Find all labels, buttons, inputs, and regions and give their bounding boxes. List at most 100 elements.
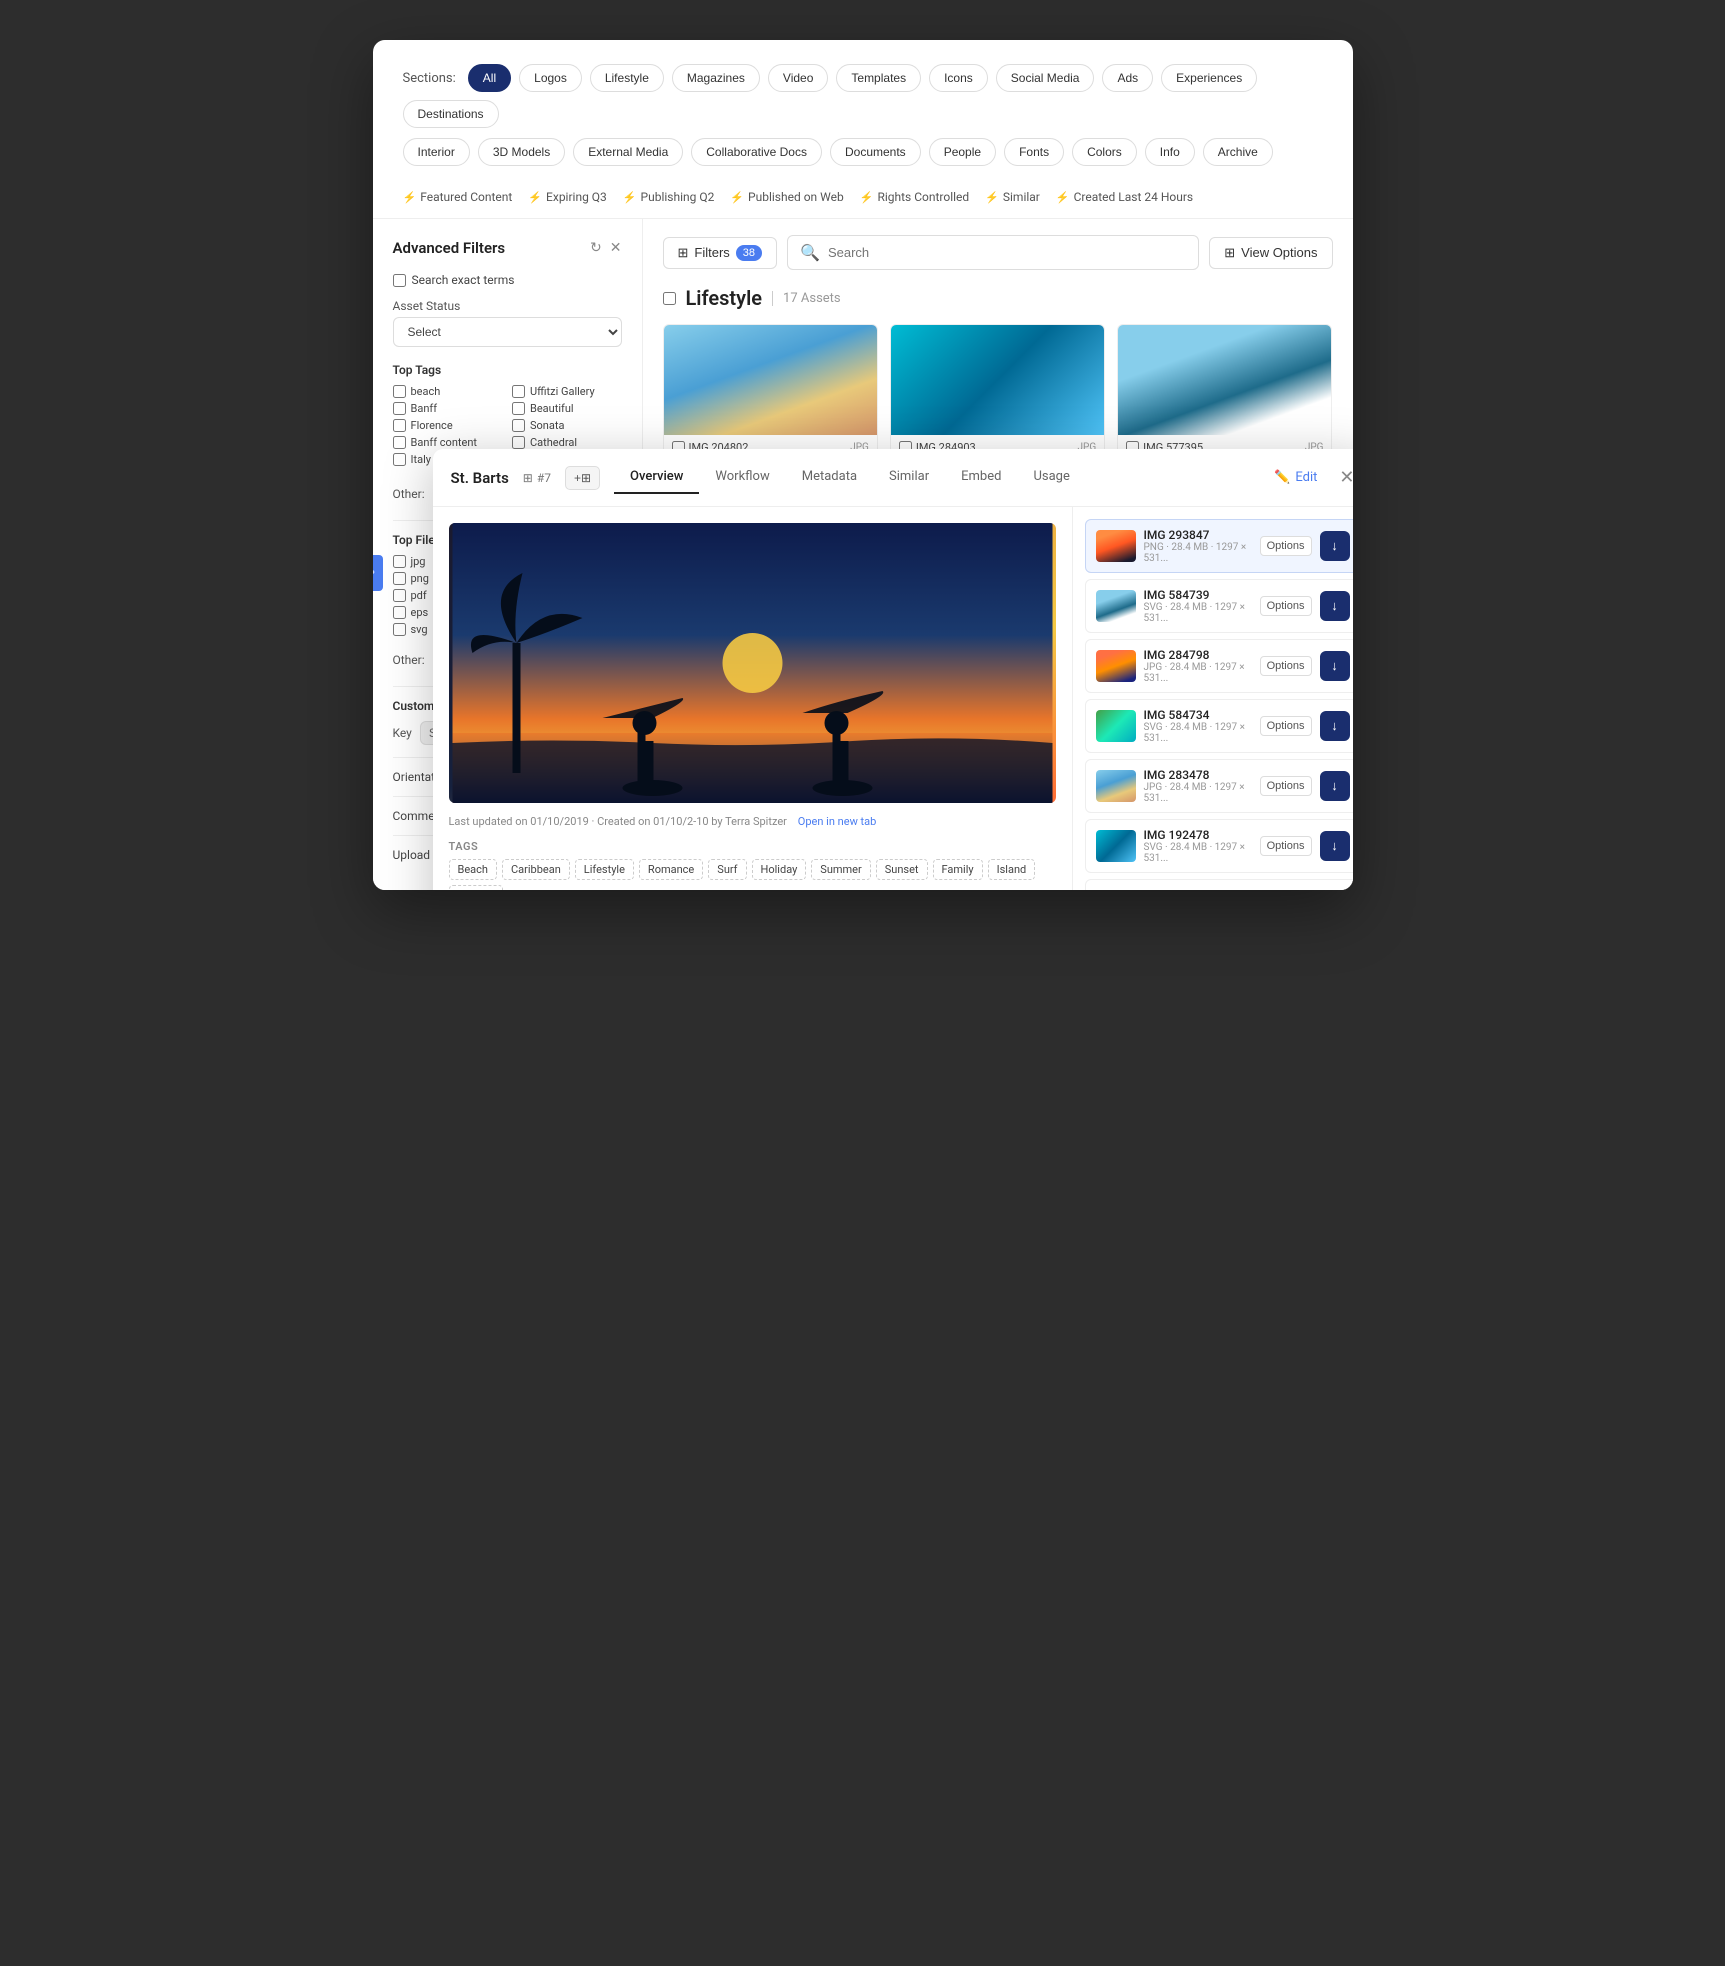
ft-eps-checkbox[interactable] [393,606,406,619]
modal-add-button[interactable]: +⊞ [565,466,600,490]
assets-grid: IMG 204802 JPG IMG 284903 JPG [663,324,1333,461]
modal-close-button[interactable]: ✕ [1339,467,1352,488]
ft-png-checkbox[interactable] [393,572,406,585]
tab-similar[interactable]: Similar [873,461,945,494]
file-row-7[interactable]: IMG 674638 JPG · 28.4 MB · 1297 × 531...… [1085,879,1353,890]
asset-card-2[interactable]: IMG 284903 JPG [890,324,1105,461]
download-btn-1[interactable]: ↓ [1320,531,1350,561]
quick-tag-expiring[interactable]: ⚡ Expiring Q3 [528,190,606,204]
tab-overview[interactable]: Overview [614,461,699,494]
download-btn-2[interactable]: ↓ [1320,591,1350,621]
section-btn-icons[interactable]: Icons [929,64,988,92]
section-btn-people[interactable]: People [929,138,996,166]
quick-tag-24h[interactable]: ⚡ Created Last 24 Hours [1056,190,1193,204]
asset-status-select[interactable]: Select [393,317,622,347]
section-btn-destinations[interactable]: Destinations [403,100,499,128]
file-row-6[interactable]: IMG 192478 SVG · 28.4 MB · 1297 × 531...… [1085,819,1353,873]
ft-svg-checkbox[interactable] [393,623,406,636]
file-row-2[interactable]: IMG 584739 SVG · 28.4 MB · 1297 × 531...… [1085,579,1353,633]
section-btn-fonts[interactable]: Fonts [1004,138,1064,166]
section-btn-all[interactable]: All [468,64,511,92]
download-btn-5[interactable]: ↓ [1320,771,1350,801]
asset-card-3[interactable]: IMG 577395 JPG [1117,324,1332,461]
tag-sonata-checkbox[interactable] [512,419,525,432]
tag-beautiful-checkbox[interactable] [512,402,525,415]
quick-tag-rights[interactable]: ⚡ Rights Controlled [860,190,969,204]
modal-body: Last updated on 01/10/2019 · Created on … [433,507,1353,890]
section-btn-3d-models[interactable]: 3D Models [478,138,565,166]
file-row-5[interactable]: IMG 283478 JPG · 28.4 MB · 1297 × 531...… [1085,759,1353,813]
section-btn-colors[interactable]: Colors [1072,138,1137,166]
options-btn-4[interactable]: Options [1260,716,1312,736]
tag-beautiful: Beautiful [512,402,622,415]
asset-card-1[interactable]: IMG 204802 JPG [663,324,878,461]
file-row-1[interactable]: IMG 293847 PNG · 28.4 MB · 1297 × 531...… [1085,519,1353,573]
file-row-4[interactable]: IMG 584734 SVG · 28.4 MB · 1297 × 531...… [1085,699,1353,753]
refresh-icon[interactable]: ↻ [590,240,602,256]
section-btn-documents[interactable]: Documents [830,138,921,166]
tag-beach-checkbox[interactable] [393,385,406,398]
tag-cathedral-checkbox[interactable] [512,436,525,449]
file-details-1: IMG 293847 PNG · 28.4 MB · 1297 × 531... [1144,528,1252,564]
tag-florence-checkbox[interactable] [393,419,406,432]
section-btn-ads[interactable]: Ads [1102,64,1153,92]
tag-banff-content-checkbox[interactable] [393,436,406,449]
search-input[interactable] [828,245,1186,260]
hash-icon: ⊞ [523,471,533,485]
tab-embed[interactable]: Embed [945,461,1017,494]
select-all-checkbox[interactable] [663,292,676,305]
options-btn-6[interactable]: Options [1260,836,1312,856]
section-btn-archive[interactable]: Archive [1203,138,1273,166]
download-btn-3[interactable]: ↓ [1320,651,1350,681]
section-btn-experiences[interactable]: Experiences [1161,64,1257,92]
file-name-5: IMG 283478 [1144,768,1252,782]
section-btn-lifestyle[interactable]: Lifestyle [590,64,664,92]
key-label: Key [393,726,412,740]
download-btn-4[interactable]: ↓ [1320,711,1350,741]
view-options-button[interactable]: ⊞ View Options [1209,237,1332,269]
sidebar-toggle[interactable]: » [373,555,383,591]
quick-tag-featured[interactable]: ⚡ Featured Content [403,190,513,204]
modal-asset-count: ⊞ #7 [523,471,551,485]
quick-tag-similar[interactable]: ⚡ Similar [985,190,1040,204]
filter-title: Advanced Filters [393,239,506,257]
tab-metadata[interactable]: Metadata [786,461,873,494]
tab-usage[interactable]: Usage [1017,461,1085,494]
edit-button[interactable]: ✏️ Edit [1274,470,1317,485]
section-btn-collaborative-docs[interactable]: Collaborative Docs [691,138,822,166]
download-btn-6[interactable]: ↓ [1320,831,1350,861]
tag-beach: beach [393,385,503,398]
ft-pdf-checkbox[interactable] [393,589,406,602]
tag-italy-checkbox[interactable] [393,453,406,466]
section-btn-interior[interactable]: Interior [403,138,470,166]
file-name-7: IMG 674638 [1144,888,1252,890]
section-btn-info[interactable]: Info [1145,138,1195,166]
options-btn-1[interactable]: Options [1260,536,1312,556]
ft-jpg-checkbox[interactable] [393,555,406,568]
section-btn-templates[interactable]: Templates [836,64,921,92]
tag-uffitzi-checkbox[interactable] [512,385,525,398]
options-btn-5[interactable]: Options [1260,776,1312,796]
tab-workflow[interactable]: Workflow [699,461,785,494]
file-thumb-6 [1096,830,1136,862]
section-btn-magazines[interactable]: Magazines [672,64,760,92]
quick-tag-published-web[interactable]: ⚡ Published on Web [730,190,843,204]
section-btn-social-media[interactable]: Social Media [996,64,1095,92]
section-btn-logos[interactable]: Logos [519,64,582,92]
open-new-tab-link[interactable]: Open in new tab [798,815,877,828]
section-title: Lifestyle [686,286,763,310]
search-exact-checkbox[interactable] [393,274,406,287]
main-area: LABELS » Advanced Filters ↻ ✕ Search exa… [373,219,1353,890]
quick-tag-publishing[interactable]: ⚡ Publishing Q2 [623,190,715,204]
tag-sonata: Sonata [512,419,622,432]
options-btn-3[interactable]: Options [1260,656,1312,676]
file-row-3[interactable]: IMG 284798 JPG · 28.4 MB · 1297 × 531...… [1085,639,1353,693]
tag-banff-checkbox[interactable] [393,402,406,415]
close-icon[interactable]: ✕ [610,240,622,256]
file-details-3: IMG 284798 JPG · 28.4 MB · 1297 × 531... [1144,648,1252,684]
filters-button[interactable]: ⊞ Filters 38 [663,237,778,269]
edit-icon: ✏️ [1274,470,1290,485]
section-btn-video[interactable]: Video [768,64,828,92]
options-btn-2[interactable]: Options [1260,596,1312,616]
section-btn-external-media[interactable]: External Media [573,138,683,166]
